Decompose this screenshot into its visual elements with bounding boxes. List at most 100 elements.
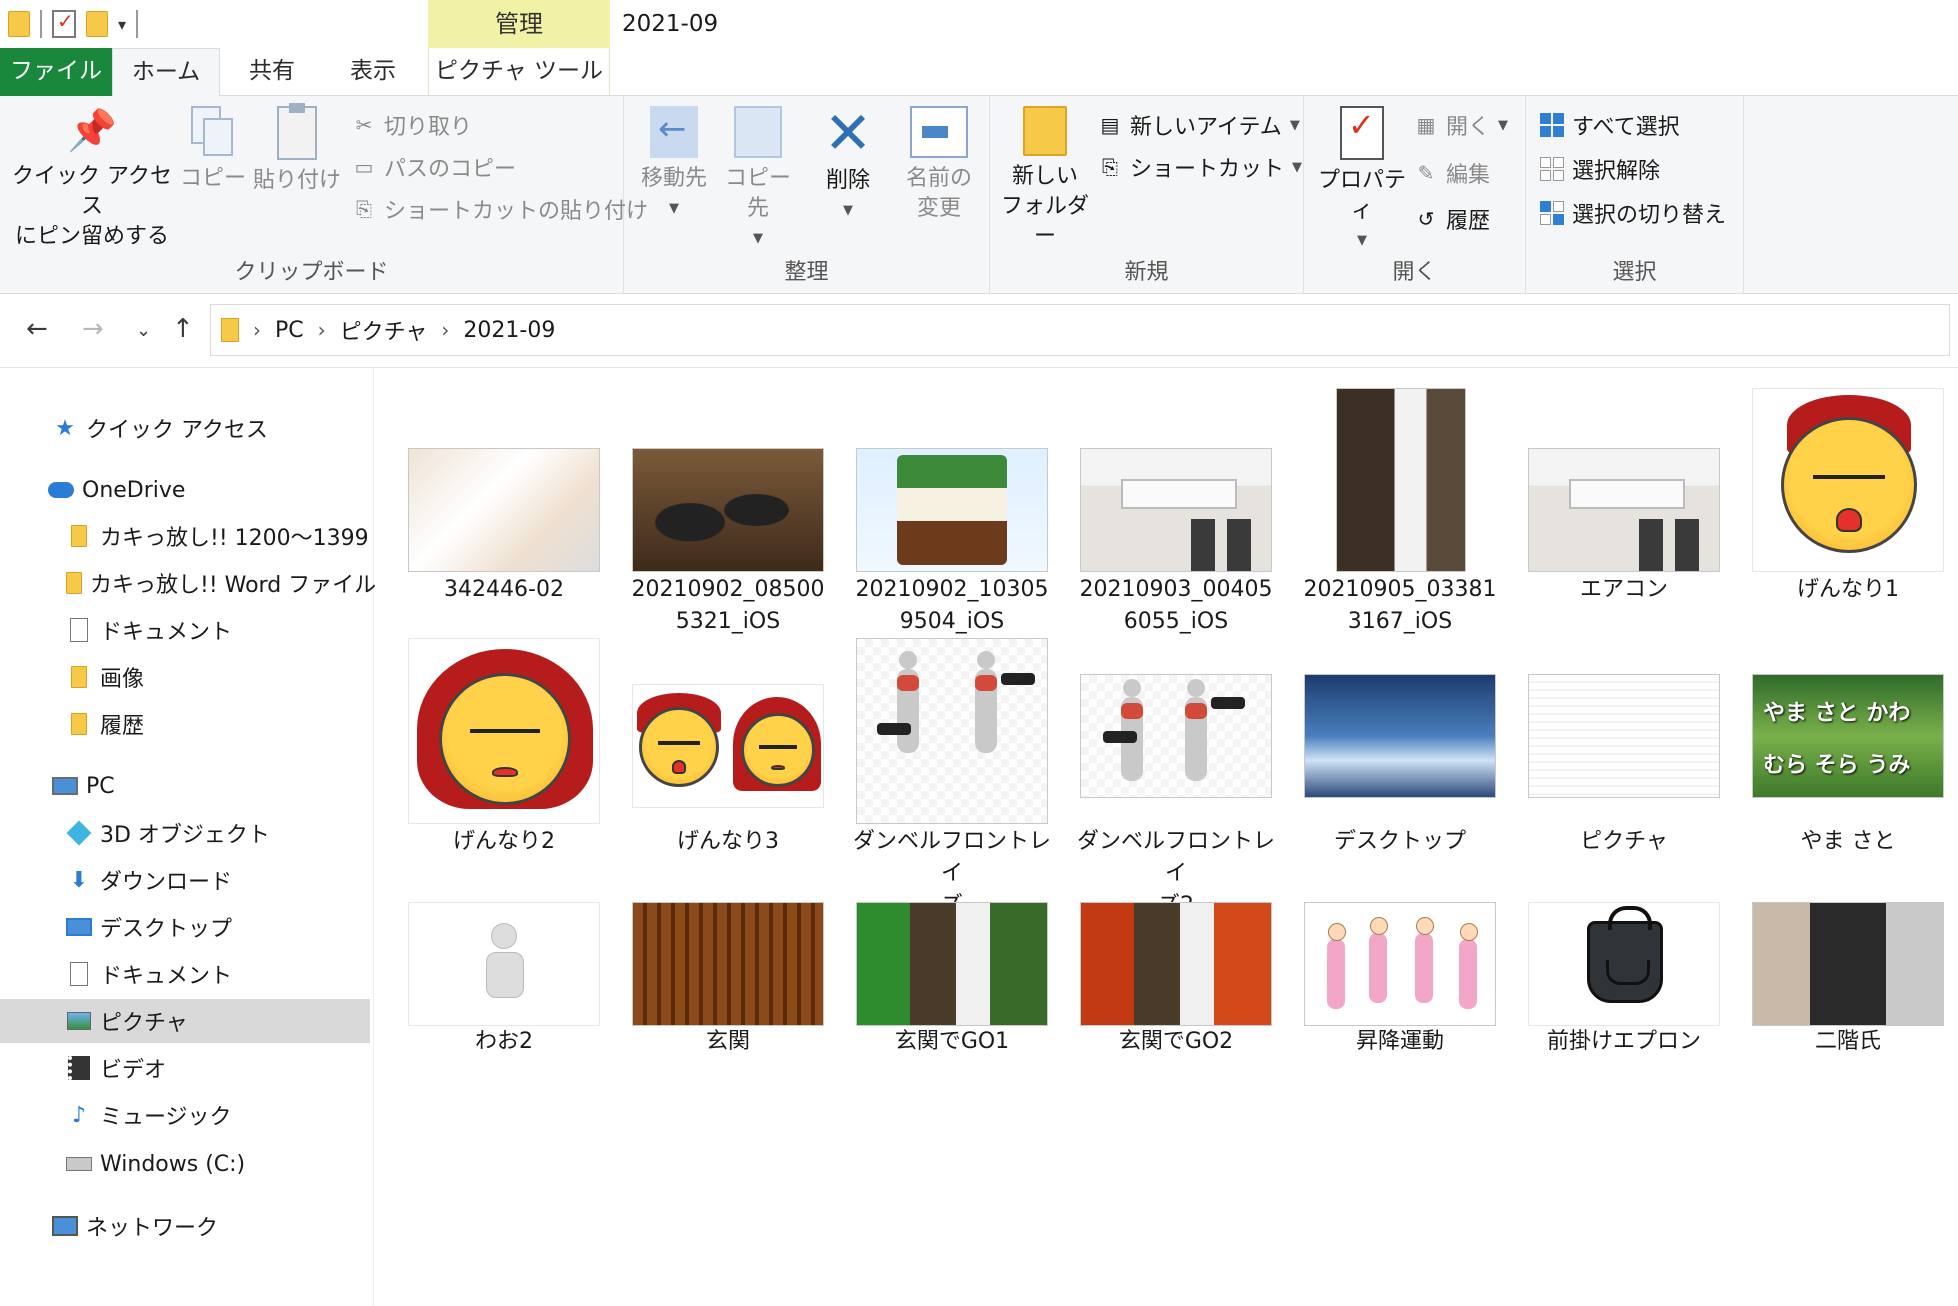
file-tile[interactable]: 玄関でGO1	[856, 902, 1048, 1082]
sidebar-item-onedrive-history[interactable]: 履歴	[0, 702, 370, 746]
file-name: げんなり2	[453, 829, 555, 854]
shortcut-button[interactable]: ⎘ ショートカット ▼	[1098, 150, 1302, 184]
file-tile[interactable]: 20210902_10305 9504_iOS	[856, 368, 1048, 638]
quick-access-toolbar: ▾	[8, 8, 139, 40]
sidebar-item-pc[interactable]: PC	[0, 764, 370, 808]
back-arrow-icon[interactable]: ←	[26, 314, 48, 344]
sidebar-item-3d-objects[interactable]: 3D オブジェクト	[0, 811, 370, 855]
up-arrow-icon[interactable]: ↑	[172, 314, 194, 344]
forward-arrow-icon[interactable]: →	[82, 314, 104, 344]
file-tile[interactable]: 342446-02	[408, 368, 600, 638]
file-tile[interactable]: エアコン	[1528, 368, 1720, 638]
sidebar-item-onedrive-folder[interactable]: カキっ放し!! Word ファイル	[0, 561, 376, 605]
sidebar-item-onedrive-documents[interactable]: ドキュメント	[0, 608, 370, 652]
chevron-right-icon[interactable]: ›	[441, 318, 449, 342]
open-button[interactable]: ▦ 開く ▼	[1414, 108, 1508, 142]
file-tile[interactable]: わお2	[408, 902, 600, 1082]
sidebar-item-label: デスクトップ	[100, 917, 233, 942]
edit-label: 編集	[1446, 163, 1491, 188]
paste-shortcut-button[interactable]: ⎘ ショートカットの貼り付け	[352, 192, 648, 226]
history-button[interactable]: ↺ 履歴	[1414, 202, 1490, 236]
pin-to-quick-access-button[interactable]: 📌 クイック アクセス にピン留めする	[12, 106, 172, 252]
file-tile[interactable]: ダンベルフロントレイズ	[853, 638, 1051, 918]
sidebar-item-onedrive[interactable]: OneDrive	[0, 468, 370, 512]
file-tile[interactable]: 玄関でGO2	[1080, 902, 1272, 1082]
customize-toolbar-chevron-down-icon[interactable]: ▾	[118, 15, 126, 34]
file-tile[interactable]: デスクトップ	[1304, 638, 1496, 854]
chevron-right-icon[interactable]: ›	[253, 318, 261, 342]
file-tile[interactable]: 玄関	[632, 902, 824, 1082]
file-tile[interactable]: ピクチャ	[1528, 638, 1720, 854]
file-tile[interactable]: 昇降運動	[1304, 902, 1496, 1082]
breadcrumb-pictures[interactable]: ピクチャ	[340, 314, 428, 346]
file-thumbnail	[1080, 902, 1272, 1026]
tab-file[interactable]: ファイル	[0, 48, 112, 96]
document-icon	[66, 961, 92, 987]
tab-picture-tools[interactable]: ピクチャ ツール	[428, 48, 610, 96]
properties-icon[interactable]	[52, 9, 76, 38]
sidebar-item-onedrive-images[interactable]: 画像	[0, 655, 370, 699]
new-item-button[interactable]: ▤ 新しいアイテム ▼	[1098, 108, 1300, 142]
edit-button[interactable]: ✎ 編集	[1414, 156, 1490, 190]
recent-locations-chevron-down-icon[interactable]: ⌄	[136, 320, 151, 341]
file-name: 玄関でGO2	[1118, 1029, 1234, 1054]
file-tile[interactable]: 20210903_00405 6055_iOS	[1080, 368, 1272, 638]
file-tile[interactable]: げんなり2	[408, 638, 600, 854]
copy-button[interactable]: コピー	[180, 106, 246, 194]
sidebar-item-onedrive-folder[interactable]: カキっ放し!! 1200～1399	[0, 514, 370, 558]
sidebar-item-music[interactable]: ♪ ミュージック	[0, 1093, 370, 1137]
new-folder-button[interactable]: 新しい フォルダー	[998, 106, 1092, 252]
file-thumbnail	[1080, 674, 1272, 798]
address-bar[interactable]: › PC › ピクチャ › 2021-09	[210, 304, 1950, 356]
sidebar-item-desktop[interactable]: デスクトップ	[0, 905, 370, 949]
tab-share[interactable]: 共有	[232, 48, 312, 96]
file-name: 玄関	[705, 1029, 750, 1054]
copy-to-button[interactable]: コピー先 ▼	[718, 106, 798, 254]
cut-button[interactable]: ✂ 切り取り	[352, 108, 472, 142]
file-thumbnail	[1528, 902, 1720, 1026]
file-thumbnail	[1528, 674, 1720, 798]
paste-button[interactable]: 貼り付け	[252, 103, 342, 196]
file-tile[interactable]: やま さと かわ むら そら うみ やま さと	[1752, 638, 1944, 854]
file-thumbnail	[408, 448, 600, 572]
sidebar-item-downloads[interactable]: ⬇ ダウンロード	[0, 858, 370, 902]
tab-view[interactable]: 表示	[330, 48, 416, 96]
paste-label: 貼り付け	[252, 168, 341, 193]
tab-home[interactable]: ホーム	[112, 48, 220, 97]
sidebar-item-label: カキっ放し!! 1200～1399	[100, 526, 369, 551]
breadcrumb-current-folder[interactable]: 2021-09	[463, 318, 555, 343]
sidebar-item-documents[interactable]: ドキュメント	[0, 952, 370, 996]
file-tile[interactable]: げんなり1	[1752, 368, 1944, 638]
select-none-button[interactable]: 選択解除	[1540, 152, 1660, 186]
new-folder-icon[interactable]	[86, 11, 108, 37]
move-to-icon	[650, 106, 698, 158]
music-note-icon: ♪	[71, 1102, 87, 1128]
file-tile[interactable]: 前掛けエプロン	[1528, 902, 1720, 1082]
sidebar-item-windows-drive[interactable]: Windows (C:)	[0, 1142, 370, 1186]
chevron-right-icon[interactable]: ›	[318, 318, 326, 342]
move-to-button[interactable]: 移動先 ▼	[634, 106, 714, 224]
file-tile[interactable]: ダンベルフロントレイズ2	[1077, 638, 1275, 918]
invert-selection-button[interactable]: 選択の切り替え	[1540, 196, 1726, 230]
sidebar-item-videos[interactable]: ビデオ	[0, 1046, 370, 1090]
select-all-button[interactable]: すべて選択	[1540, 108, 1680, 142]
sidebar-item-pictures[interactable]: ピクチャ	[0, 999, 370, 1043]
file-tile[interactable]: 二階氏	[1752, 902, 1944, 1082]
file-thumbnail	[632, 448, 824, 572]
file-thumbnail	[856, 448, 1048, 572]
breadcrumb-pc[interactable]: PC	[275, 318, 304, 343]
copy-path-button[interactable]: ▭ パスのコピー	[352, 150, 516, 184]
delete-button[interactable]: ✕ 削除 ▼	[810, 99, 886, 226]
rename-button[interactable]: 名前の 変更	[894, 106, 984, 224]
new-folder-label-line2: フォルダー	[1000, 194, 1089, 249]
file-tile[interactable]: げんなり3	[632, 638, 824, 854]
cube-icon	[66, 820, 92, 846]
sidebar-item-quick-access[interactable]: ★ クイック アクセス	[0, 406, 370, 450]
file-thumbnail	[632, 684, 824, 808]
file-tile[interactable]: 20210905_03381 3167_iOS	[1304, 368, 1496, 638]
properties-button[interactable]: プロパティ ▼	[1312, 106, 1412, 256]
sidebar-item-network[interactable]: ネットワーク	[0, 1204, 370, 1248]
delete-x-icon: ✕	[823, 99, 873, 167]
file-tile[interactable]: 20210902_08500 5321_iOS	[632, 368, 824, 638]
file-name: 玄関でGO1	[894, 1029, 1010, 1054]
